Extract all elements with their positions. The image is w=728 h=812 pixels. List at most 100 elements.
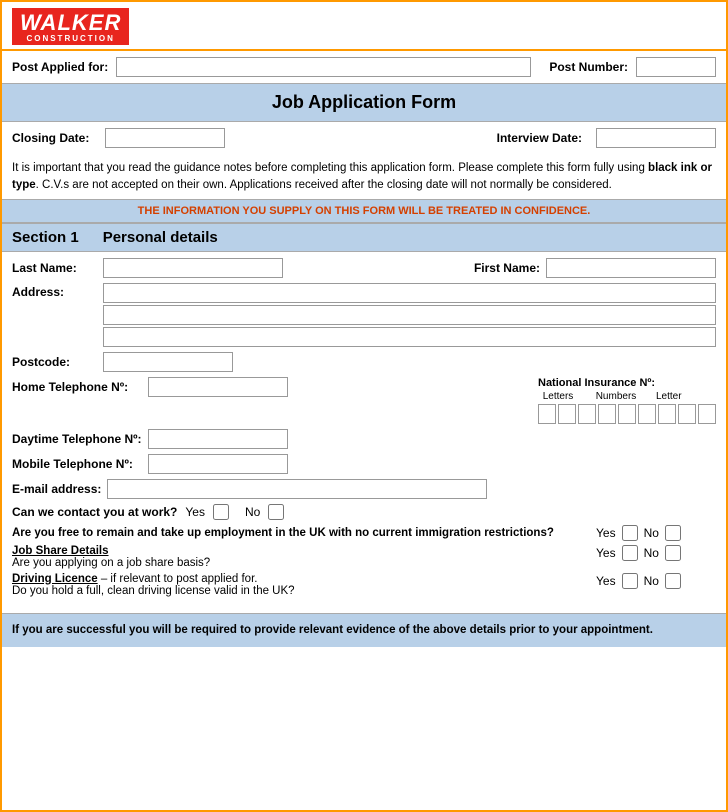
job-share-row: Job Share Details Are you applying on a … [12, 545, 716, 569]
ni-letters-header: Letters [540, 391, 576, 402]
interview-date-input[interactable] [596, 128, 716, 148]
section1-header: Section 1 Personal details [2, 223, 726, 252]
postcode-label: Postcode: [12, 355, 97, 369]
section1-number: Section 1 [12, 229, 79, 246]
ni-box-8[interactable] [678, 404, 696, 424]
logo-text: WALKER [20, 12, 121, 34]
job-share-block: Job Share Details Are you applying on a … [12, 545, 590, 569]
driving-title-suffix: – if relevant to post applied for. [98, 573, 258, 585]
immigration-yes-checkbox[interactable] [622, 525, 638, 541]
immigration-no-label: No [644, 526, 659, 540]
ni-box-9[interactable] [698, 404, 716, 424]
home-tel-row: Home Telephone Nº: [12, 377, 288, 397]
form-body: Last Name: First Name: Address: Postcode… [2, 252, 726, 607]
tel-group: Home Telephone Nº: [12, 377, 288, 397]
email-label: E-mail address: [12, 482, 101, 496]
first-name-input[interactable] [546, 258, 716, 278]
last-name-label: Last Name: [12, 261, 97, 275]
driving-label: Do you hold a full, clean driving licens… [12, 585, 590, 597]
logo-sub: CONSTRUCTION [20, 34, 121, 43]
postcode-input[interactable] [103, 352, 233, 372]
driving-block: Driving Licence – if relevant to post ap… [12, 573, 590, 597]
ni-box-6[interactable] [638, 404, 656, 424]
dates-row: Closing Date: Interview Date: [2, 122, 726, 154]
email-row: E-mail address: [12, 479, 716, 499]
interview-group: Interview Date: [497, 128, 716, 148]
ni-letter-header: Letter [656, 391, 678, 402]
immigration-label: Are you free to remain and take up emplo… [12, 527, 590, 539]
header: WALKER CONSTRUCTION [2, 2, 726, 51]
job-share-no-label: No [644, 546, 659, 560]
job-share-yes-checkbox[interactable] [622, 545, 638, 561]
closing-date-input[interactable] [105, 128, 225, 148]
post-number-label: Post Number: [549, 60, 628, 74]
address-block [103, 283, 716, 347]
driving-title: Driving Licence [12, 573, 98, 585]
ni-label: National Insurance Nº: [538, 377, 655, 389]
tel-ni-section: Home Telephone Nº: National Insurance Nº… [12, 377, 716, 424]
address-input-2[interactable] [103, 305, 716, 325]
job-share-answer: Yes No [596, 545, 716, 561]
job-share-label: Are you applying on a job share basis? [12, 557, 590, 569]
ni-box-4[interactable] [598, 404, 616, 424]
ni-box-2[interactable] [558, 404, 576, 424]
driving-yes-label: Yes [596, 574, 616, 588]
mobile-tel-row: Mobile Telephone Nº: [12, 454, 716, 474]
contact-work-no-label: No [245, 505, 260, 519]
home-tel-label: Home Telephone Nº: [12, 380, 142, 394]
daytime-tel-row: Daytime Telephone Nº: [12, 429, 716, 449]
mobile-tel-label: Mobile Telephone Nº: [12, 457, 142, 471]
section1-title: Personal details [103, 229, 218, 246]
contact-work-yes-checkbox[interactable] [213, 504, 229, 520]
immigration-yes-label: Yes [596, 526, 616, 540]
info-text: It is important that you read the guidan… [2, 154, 726, 199]
email-input[interactable] [107, 479, 487, 499]
ni-numbers-header: Numbers [580, 391, 652, 402]
contact-work-label: Can we contact you at work? [12, 505, 177, 519]
driving-row: Driving Licence – if relevant to post ap… [12, 573, 716, 597]
ni-box-7[interactable] [658, 404, 676, 424]
first-name-label: First Name: [299, 261, 540, 275]
ni-box-3[interactable] [578, 404, 596, 424]
postcode-row: Postcode: [12, 352, 716, 372]
ni-box-5[interactable] [618, 404, 636, 424]
confidence-bar: THE INFORMATION YOU SUPPLY ON THIS FORM … [2, 199, 726, 223]
job-share-no-checkbox[interactable] [665, 545, 681, 561]
immigration-row: Are you free to remain and take up emplo… [12, 525, 716, 541]
driving-answer: Yes No [596, 573, 716, 589]
driving-no-checkbox[interactable] [665, 573, 681, 589]
contact-work-no-checkbox[interactable] [268, 504, 284, 520]
address-label: Address: [12, 283, 97, 299]
post-applied-label: Post Applied for: [12, 60, 108, 74]
ni-inputs [538, 404, 716, 424]
driving-no-label: No [644, 574, 659, 588]
ni-header-row: Letters Numbers Letter [538, 391, 678, 402]
address-input-1[interactable] [103, 283, 716, 303]
closing-date-label: Closing Date: [12, 131, 89, 145]
name-row: Last Name: First Name: [12, 258, 716, 278]
ni-box-1[interactable] [538, 404, 556, 424]
immigration-answer: Yes No [596, 525, 716, 541]
post-applied-input[interactable] [116, 57, 531, 77]
address-input-3[interactable] [103, 327, 716, 347]
ni-group: National Insurance Nº: Letters Numbers L… [538, 377, 716, 424]
post-row: Post Applied for: Post Number: [2, 51, 726, 83]
form-title: Job Application Form [2, 83, 726, 122]
driving-yes-checkbox[interactable] [622, 573, 638, 589]
last-name-input[interactable] [103, 258, 283, 278]
interview-date-label: Interview Date: [497, 131, 582, 145]
job-share-yes-label: Yes [596, 546, 616, 560]
driving-title-line: Driving Licence – if relevant to post ap… [12, 573, 590, 585]
day-tel-label: Daytime Telephone Nº: [12, 432, 142, 446]
mobile-tel-input[interactable] [148, 454, 288, 474]
contact-work-row: Can we contact you at work? Yes No [12, 504, 716, 520]
day-tel-input[interactable] [148, 429, 288, 449]
logo-box: WALKER CONSTRUCTION [12, 8, 129, 45]
address-row: Address: [12, 283, 716, 347]
job-share-title: Job Share Details [12, 545, 590, 557]
post-number-input[interactable] [636, 57, 716, 77]
contact-work-yes-label: Yes [185, 505, 205, 519]
footer-bar: If you are successful you will be requir… [2, 613, 726, 647]
home-tel-input[interactable] [148, 377, 288, 397]
immigration-no-checkbox[interactable] [665, 525, 681, 541]
